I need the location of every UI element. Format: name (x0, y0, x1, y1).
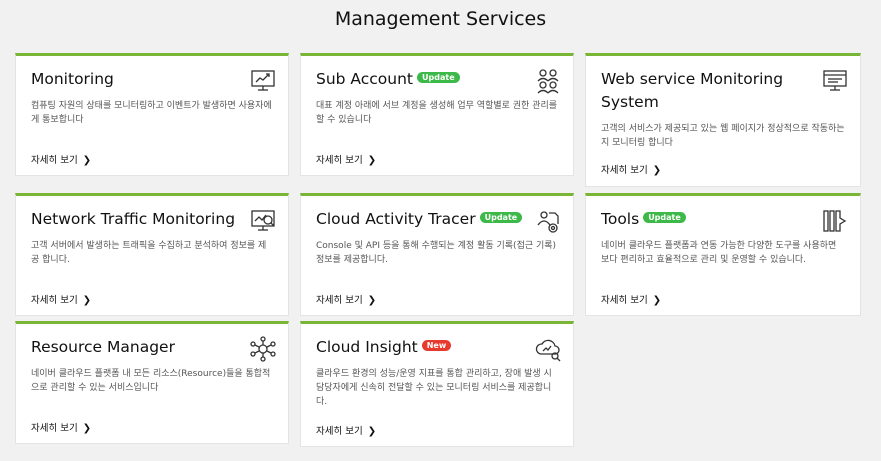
card-description: 고객 서버에서 발생하는 트래픽을 수집하고 분석하여 정보를 제공 합니다. (31, 241, 267, 265)
chevron-right-icon: ❯ (82, 423, 92, 434)
chevron-right-icon: ❯ (367, 295, 377, 306)
activity-tracer-icon (535, 208, 561, 234)
resource-network-icon (250, 336, 276, 362)
chevron-right-icon: ❯ (367, 155, 377, 166)
details-link[interactable]: 자세히 보기 ❯ (31, 420, 91, 434)
card-title: Monitoring (31, 68, 238, 91)
details-link[interactable]: 자세히 보기 ❯ (601, 292, 661, 306)
network-traffic-icon (250, 208, 276, 234)
update-badge: Update (479, 212, 523, 223)
card-title-text: Cloud Insight (316, 338, 418, 356)
card-title-text: Web service Monitoring System (601, 70, 784, 111)
details-link[interactable]: 자세히 보기 ❯ (31, 152, 91, 166)
details-link-label: 자세히 보기 (316, 295, 363, 306)
chevron-right-icon: ❯ (652, 165, 662, 176)
management-services-page: Management Services Monitoring 컴퓨팅 자원의 상… (0, 0, 881, 461)
details-link-label: 자세히 보기 (31, 155, 78, 166)
card-title-text: Network Traffic Monitoring (31, 210, 236, 228)
service-card-resource-manager[interactable]: Resource Manager 네이버 클라우드 플랫폼 내 모든 리소스(R… (15, 321, 289, 444)
card-description: Console 및 API 등을 통해 수행되는 계정 활동 기록(접근 기록)… (316, 241, 557, 265)
card-description: 대표 계정 아래에 서브 계정을 생성해 업무 역할별로 권한 관리를 할 수 … (316, 101, 558, 125)
chevron-right-icon: ❯ (367, 426, 377, 437)
details-link-label: 자세히 보기 (601, 295, 648, 306)
new-badge: New (421, 340, 452, 351)
card-title-text: Tools (601, 210, 640, 228)
details-link[interactable]: 자세히 보기 ❯ (316, 423, 376, 437)
card-title-text: Monitoring (31, 70, 114, 88)
card-description: 고객의 서비스가 제공되고 있는 웹 페이지가 정상적으로 작동하는지 모니터링… (601, 124, 845, 148)
details-link-label: 자세히 보기 (601, 165, 648, 176)
chevron-right-icon: ❯ (82, 295, 92, 306)
update-badge: Update (643, 212, 686, 223)
card-title: Sub Account Update (316, 68, 523, 91)
card-title: Network Traffic Monitoring (31, 208, 238, 231)
details-link[interactable]: 자세히 보기 ❯ (601, 162, 661, 176)
card-title: Cloud Activity Tracer Update (316, 208, 523, 231)
service-card-tools[interactable]: Tools Update 네이버 클라우드 플랫폼과 연동 가능한 다양한 도구를… (585, 193, 861, 316)
card-description: 네이버 클라우드 플랫폼 내 모든 리소스(Resource)들을 통합적으로 … (31, 369, 271, 393)
service-card-sub-account[interactable]: Sub Account Update 대표 계정 아래에 서브 계정을 생성해 업… (300, 53, 574, 176)
card-title: Cloud Insight New (316, 336, 523, 359)
service-card-cloud-activity-tracer[interactable]: Cloud Activity Tracer Update Console 및 AP… (300, 193, 574, 316)
service-card-cloud-insight[interactable]: Cloud Insight New 클라우드 환경의 성능/운영 지표를 통합 관… (300, 321, 574, 447)
card-description: 클라우드 환경의 성능/운영 지표를 통합 관리하고, 장애 발생 시 담당자에… (316, 369, 552, 407)
service-card-web-service-monitoring[interactable]: Web service Monitoring System 고객의 서비스가 제… (585, 53, 861, 187)
details-link[interactable]: 자세히 보기 ❯ (31, 292, 91, 306)
details-link[interactable]: 자세히 보기 ❯ (316, 292, 376, 306)
details-link-label: 자세히 보기 (31, 423, 78, 434)
web-page-icon (822, 68, 848, 94)
chevron-right-icon: ❯ (652, 295, 662, 306)
details-link-label: 자세히 보기 (316, 426, 363, 437)
card-description: 컴퓨팅 자원의 상태를 모니터링하고 이벤트가 발생하면 사용자에게 통보합니다 (31, 101, 272, 125)
users-icon (535, 68, 561, 94)
card-title-text: Resource Manager (31, 338, 175, 356)
card-description: 네이버 클라우드 플랫폼과 연동 가능한 다양한 도구를 사용하면 보다 편리하… (601, 241, 837, 265)
service-card-monitoring[interactable]: Monitoring 컴퓨팅 자원의 상태를 모니터링하고 이벤트가 발생하면 … (15, 53, 289, 176)
tools-icon (822, 208, 848, 234)
chevron-right-icon: ❯ (82, 155, 92, 166)
card-title: Web service Monitoring System (601, 68, 810, 114)
details-link-label: 자세히 보기 (316, 155, 363, 166)
details-link[interactable]: 자세히 보기 ❯ (316, 152, 376, 166)
card-title: Tools Update (601, 208, 810, 231)
card-title-text: Cloud Activity Tracer (316, 210, 476, 228)
monitor-chart-icon (250, 68, 276, 94)
service-card-network-traffic-monitoring[interactable]: Network Traffic Monitoring 고객 서버에서 발생하는 … (15, 193, 289, 316)
page-title: Management Services (334, 8, 547, 30)
update-badge: Update (417, 72, 460, 83)
card-title-text: Sub Account (316, 70, 414, 88)
card-title: Resource Manager (31, 336, 238, 359)
cloud-insight-icon (535, 336, 561, 362)
details-link-label: 자세히 보기 (31, 295, 78, 306)
